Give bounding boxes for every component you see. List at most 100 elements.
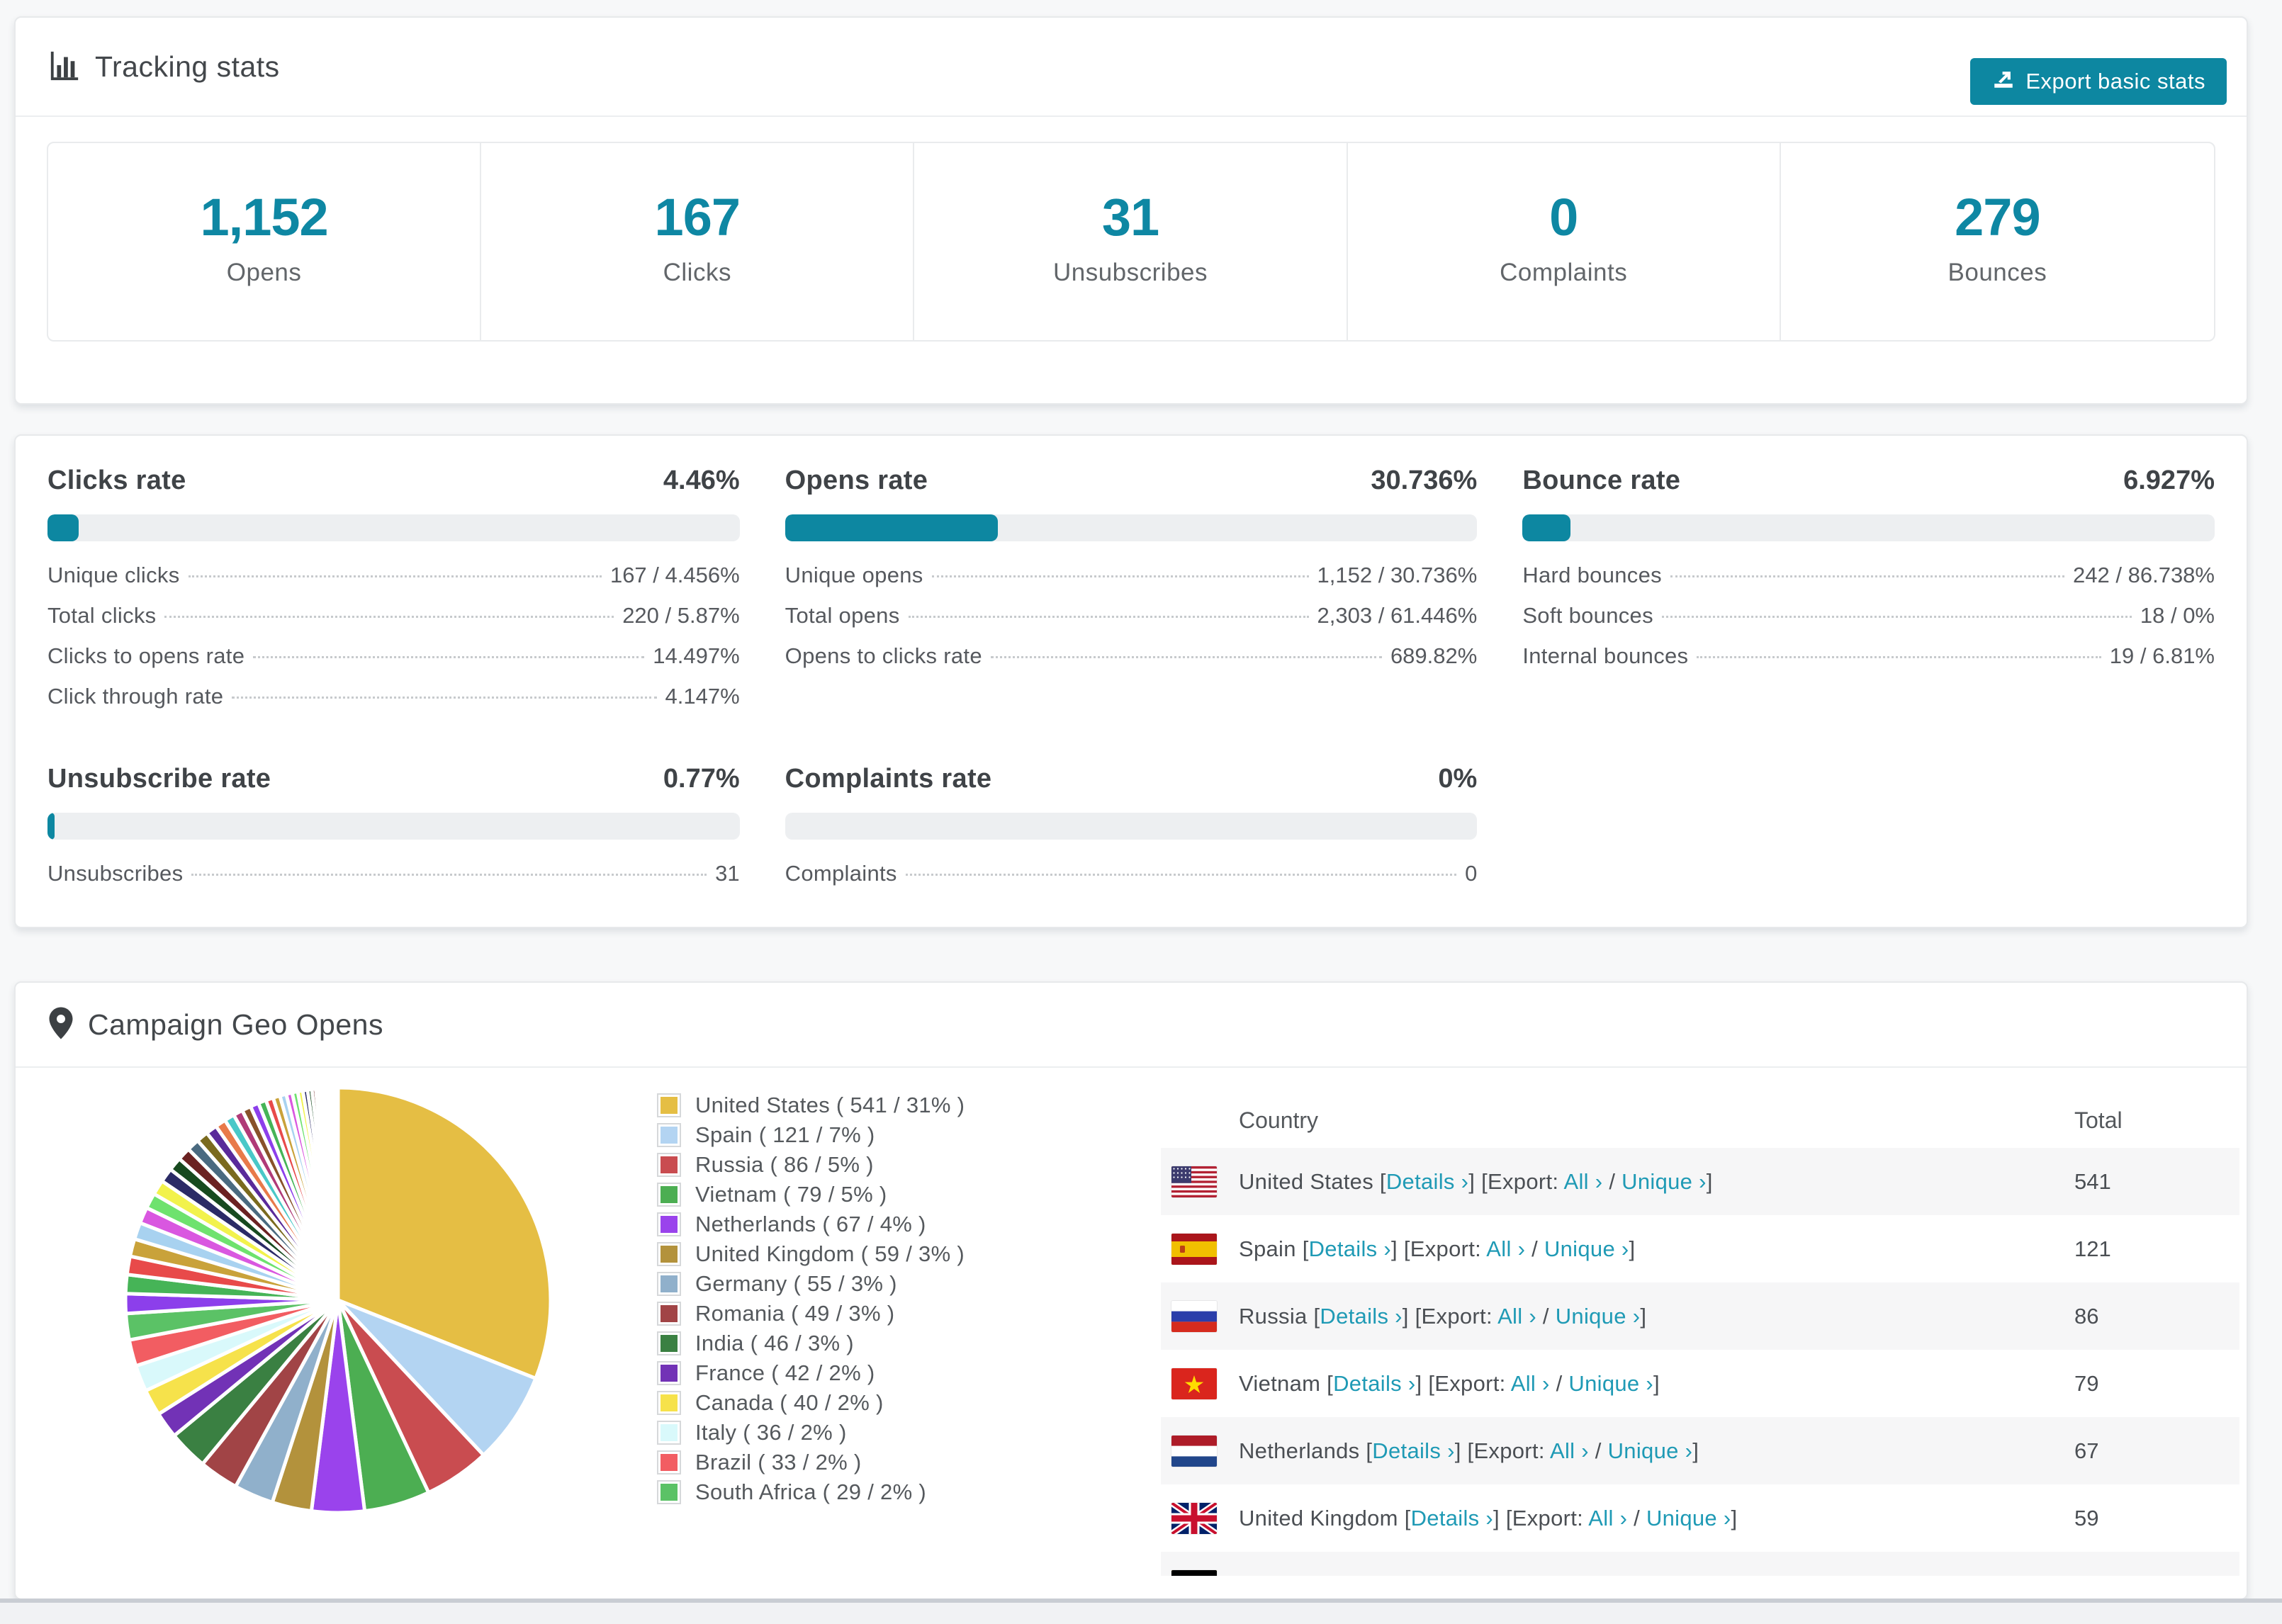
export-all-link[interactable]: All: [1521, 1573, 1546, 1577]
total-value: 86: [2074, 1303, 2099, 1329]
geo-pie-chart: [118, 1081, 558, 1520]
card-tracking-stats: Tracking stats Export basic stats 1,152 O…: [14, 16, 2248, 405]
legend-swatch: [657, 1123, 681, 1147]
legend-item-italy: Italy ( 36 / 2% ): [657, 1418, 965, 1448]
tracking-stats-title: Tracking stats: [95, 50, 280, 83]
details-link[interactable]: Details: [1333, 1371, 1402, 1396]
unique-chevron[interactable]: ›: [1656, 1573, 1664, 1577]
table-row-gb: United Kingdom [Details ›] [Export: All …: [1161, 1484, 2239, 1552]
details-chevron[interactable]: ›: [1383, 1236, 1391, 1261]
rate-value: 30.736%: [1371, 466, 1478, 495]
export-all-link[interactable]: All: [1486, 1236, 1511, 1261]
stat-box-clicks: 167 Clicks: [481, 143, 915, 340]
details-link[interactable]: Details: [1386, 1169, 1455, 1194]
total-value: 541: [2074, 1168, 2111, 1194]
legend-swatch: [657, 1480, 681, 1504]
rate-row-dots: [905, 874, 1457, 876]
all-chevron[interactable]: ›: [1620, 1506, 1628, 1530]
legend-label: Vietnam ( 79 / 5% ): [695, 1182, 887, 1207]
legend-swatch: [657, 1272, 681, 1296]
export-unique-link[interactable]: Unique: [1621, 1169, 1692, 1194]
details-link[interactable]: Details: [1320, 1304, 1388, 1329]
rate-row-label: Unique opens: [785, 563, 923, 587]
rate-title: Clicks rate: [47, 466, 186, 495]
rate-progress-fill: [47, 813, 55, 840]
rate-row: Unique opens 1,152 / 30.736%: [785, 563, 1478, 603]
rate-row-dots: [188, 575, 602, 577]
country-cell: Germany [Details ›] [Export: All › / Uni…: [1239, 1573, 2074, 1577]
country-cell: United Kingdom [Details ›] [Export: All …: [1239, 1505, 1738, 1530]
details-chevron[interactable]: ›: [1461, 1169, 1469, 1194]
rate-row-dots: [191, 874, 707, 876]
rate-row-value: 689.82%: [1390, 643, 1478, 668]
export-all-link[interactable]: All: [1497, 1304, 1522, 1329]
export-all-link[interactable]: All: [1564, 1169, 1589, 1194]
rates-grid: Clicks rate 4.46% Unique clicks 167 / 4.456…: [47, 466, 2215, 901]
rate-row-dots: [164, 616, 614, 618]
rate-row-label: Click through rate: [47, 684, 224, 709]
total-value: 79: [2074, 1370, 2099, 1396]
rate-row-value: 18 / 0%: [2140, 603, 2215, 628]
all-chevron[interactable]: ›: [1552, 1573, 1560, 1577]
details-link[interactable]: Details: [1411, 1506, 1480, 1530]
export-basic-stats-button[interactable]: Export basic stats: [1970, 58, 2227, 105]
rate-row-value: 31: [715, 861, 740, 886]
details-chevron[interactable]: ›: [1408, 1371, 1416, 1396]
rate-row-value: 220 / 5.87%: [622, 603, 740, 628]
unique-chevron[interactable]: ›: [1724, 1506, 1731, 1530]
unique-chevron[interactable]: ›: [1633, 1304, 1641, 1329]
export-unique-link[interactable]: Unique: [1544, 1236, 1615, 1261]
total-value: 121: [2074, 1236, 2111, 1261]
geo-table: Country Total United States [Details ›] …: [1161, 1093, 2239, 1576]
legend-label: Netherlands ( 67 / 4% ): [695, 1212, 926, 1236]
unique-chevron[interactable]: ›: [1699, 1169, 1707, 1194]
rate-progress-track: [785, 514, 1478, 541]
all-chevron[interactable]: ›: [1595, 1169, 1603, 1194]
rate-row-dots: [253, 656, 645, 658]
export-all-link[interactable]: All: [1511, 1371, 1536, 1396]
unique-chevron[interactable]: ›: [1621, 1236, 1629, 1261]
rate-row: Unique clicks 167 / 4.456%: [47, 563, 740, 603]
stat-label: Clicks: [663, 258, 731, 286]
page: { "colors": { "accent": "#0d87a1", "link…: [0, 0, 2282, 1624]
export-all-link[interactable]: All: [1550, 1438, 1575, 1463]
country-name: Russia: [1239, 1303, 1308, 1329]
table-row-de: Germany [Details ›] [Export: All › / Uni…: [1161, 1552, 2239, 1576]
rate-block-clicks-rate: Clicks rate 4.46% Unique clicks 167 / 4.456…: [47, 466, 740, 724]
unique-chevron[interactable]: ›: [1646, 1371, 1653, 1396]
stat-box-opens: 1,152 Opens: [48, 143, 482, 340]
details-chevron[interactable]: ›: [1418, 1573, 1426, 1577]
legend-swatch: [657, 1153, 681, 1177]
stat-value: 1,152: [200, 187, 329, 247]
export-unique-link[interactable]: Unique: [1579, 1573, 1650, 1577]
details-link[interactable]: Details: [1309, 1236, 1378, 1261]
country-name: United States: [1239, 1168, 1374, 1194]
es-flag-icon: [1171, 1233, 1217, 1265]
export-all-link[interactable]: All: [1588, 1506, 1613, 1530]
export-label: Export:: [1410, 1236, 1482, 1261]
table-row-vn: Vietnam [Details ›] [Export: All › / Uni…: [1161, 1350, 2239, 1417]
export-unique-link[interactable]: Unique: [1608, 1438, 1679, 1463]
export-unique-link[interactable]: Unique: [1556, 1304, 1626, 1329]
legend-label: Brazil ( 33 / 2% ): [695, 1450, 862, 1474]
rate-value: 0%: [1438, 764, 1478, 794]
rate-row-label: Soft bounces: [1522, 603, 1653, 628]
details-chevron[interactable]: ›: [1395, 1304, 1403, 1329]
rate-progress-track: [1522, 514, 2215, 541]
export-unique-link[interactable]: Unique: [1568, 1371, 1639, 1396]
details-link[interactable]: Details: [1343, 1573, 1412, 1577]
rate-row: Total clicks 220 / 5.87%: [47, 603, 740, 643]
all-chevron[interactable]: ›: [1581, 1438, 1589, 1463]
details-chevron[interactable]: ›: [1447, 1438, 1455, 1463]
all-chevron[interactable]: ›: [1529, 1304, 1536, 1329]
all-chevron[interactable]: ›: [1542, 1371, 1550, 1396]
rate-progress-fill: [47, 514, 79, 541]
stat-label: Unsubscribes: [1052, 258, 1208, 286]
tracking-stats-header: Tracking stats: [16, 18, 2247, 117]
all-chevron[interactable]: ›: [1518, 1236, 1526, 1261]
details-link[interactable]: Details: [1372, 1438, 1441, 1463]
export-unique-link[interactable]: Unique: [1646, 1506, 1717, 1530]
details-chevron[interactable]: ›: [1485, 1506, 1493, 1530]
stat-label: Complaints: [1500, 258, 1628, 286]
unique-chevron[interactable]: ›: [1685, 1438, 1693, 1463]
